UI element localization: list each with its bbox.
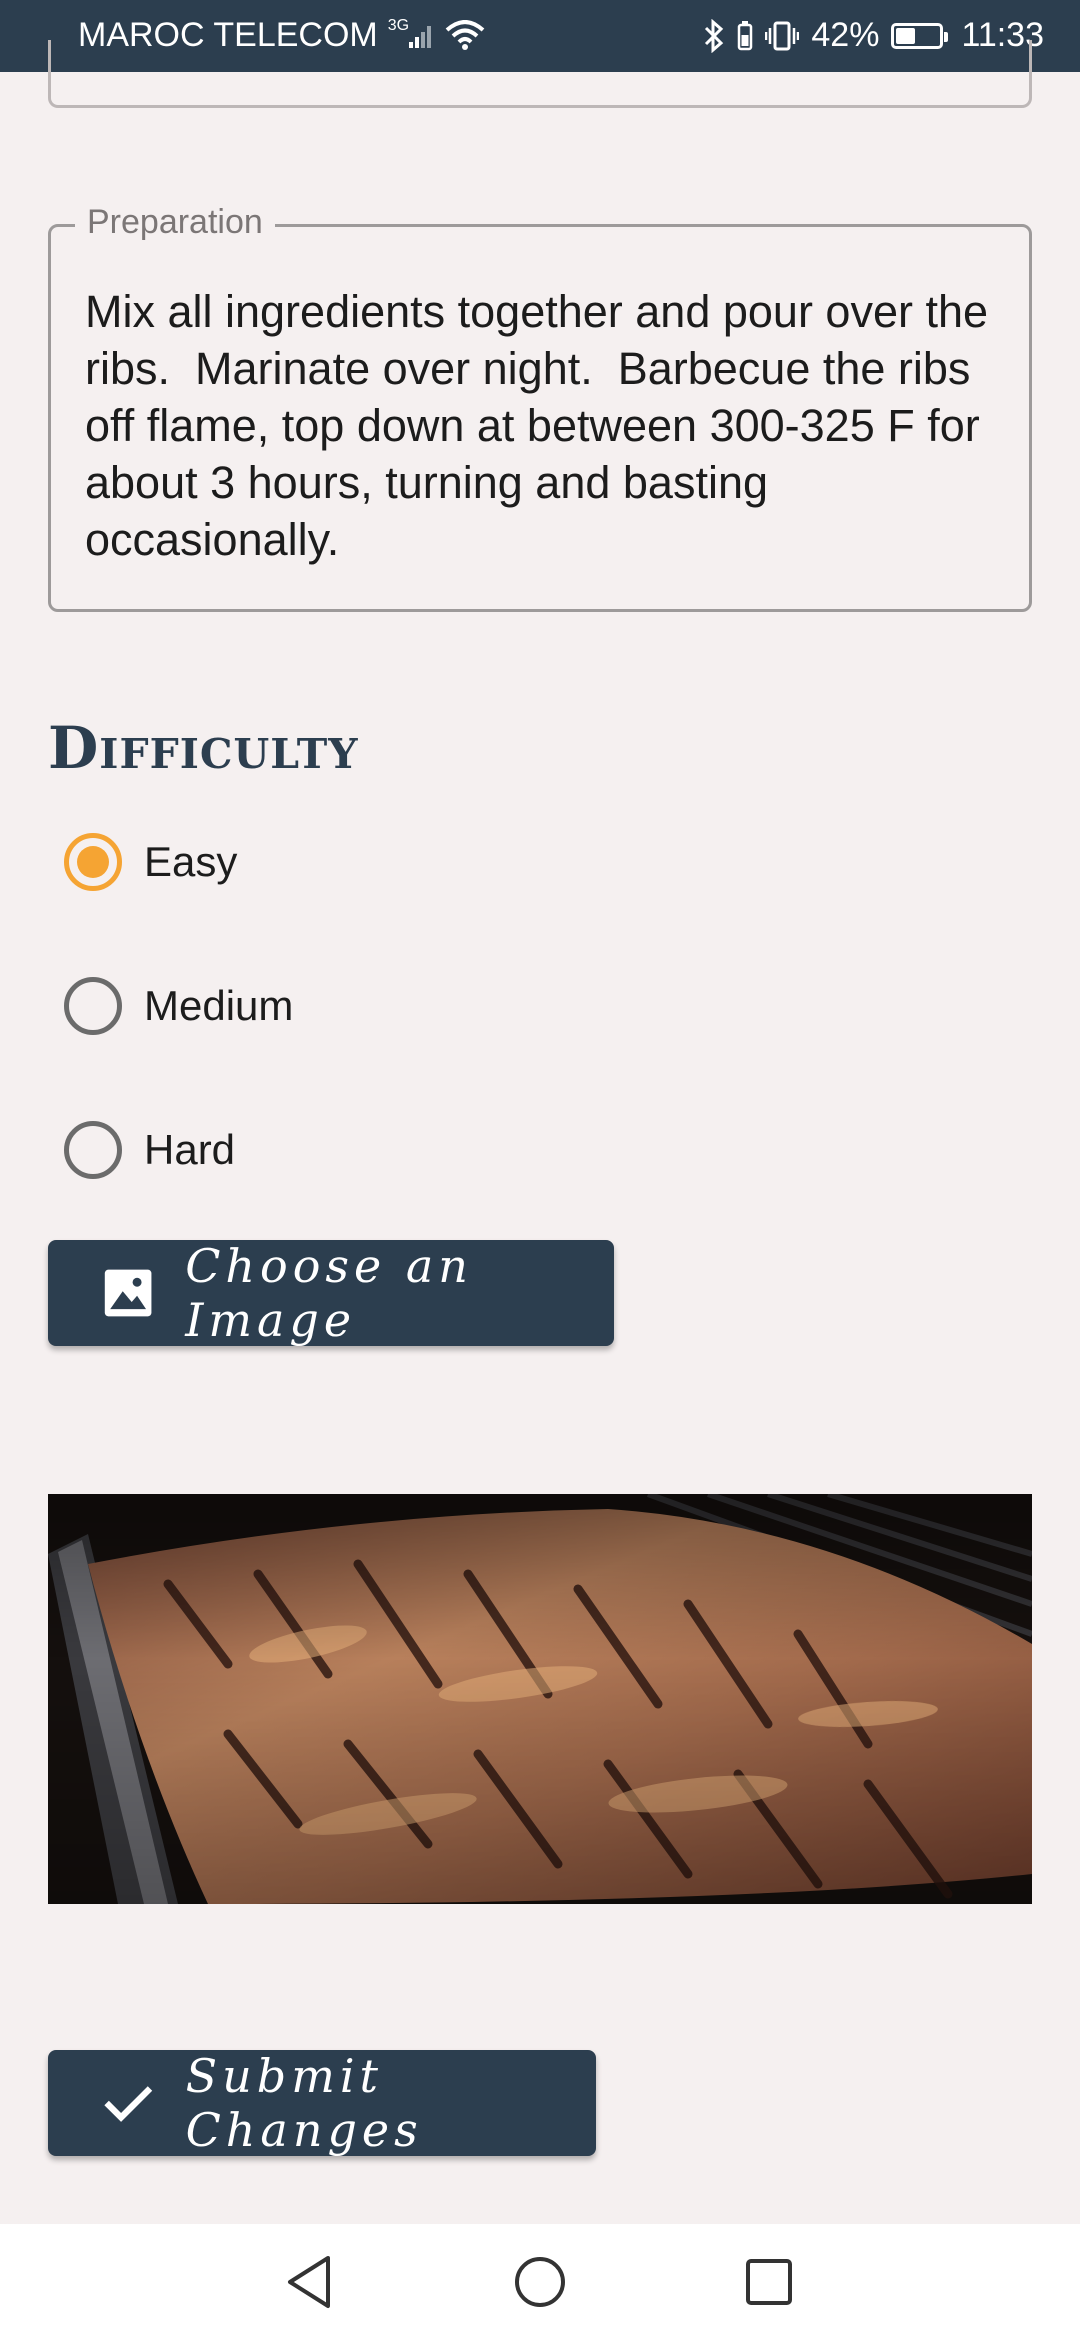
ingredients-field[interactable] xyxy=(48,40,1032,108)
back-icon[interactable] xyxy=(284,2254,334,2310)
radio-label-hard: Hard xyxy=(144,1126,236,1173)
preparation-field[interactable]: Preparation Mix all ingredients together… xyxy=(48,203,1032,612)
preparation-label: Preparation xyxy=(75,203,275,242)
difficulty-heading: Difficulty xyxy=(48,714,359,782)
radio-easy[interactable]: Easy xyxy=(64,833,237,891)
radio-button-hard[interactable] xyxy=(64,1121,122,1179)
radio-label-medium: Medium xyxy=(144,982,294,1029)
navigation-bar xyxy=(0,2224,1080,2340)
ribs-image xyxy=(48,1494,1032,1904)
radio-label-easy: Easy xyxy=(144,838,238,885)
radio-button-medium[interactable] xyxy=(64,977,122,1035)
recipe-photo xyxy=(48,1494,1032,1904)
choose-image-button[interactable]: Choose an Image xyxy=(48,1239,614,1347)
radio-button-easy[interactable] xyxy=(64,833,122,891)
network-type: 3G xyxy=(387,16,410,34)
submit-changes-button[interactable]: Submit Changes xyxy=(48,2049,596,2157)
image-icon xyxy=(104,1269,152,1317)
recents-icon[interactable] xyxy=(744,2257,794,2307)
preparation-text[interactable]: Mix all ingredients together and pour ov… xyxy=(85,283,1005,568)
radio-medium[interactable]: Medium xyxy=(64,977,293,1035)
home-icon[interactable] xyxy=(512,2254,568,2310)
choose-image-label: Choose an Image xyxy=(185,1239,473,1347)
checkmark-icon xyxy=(104,2086,153,2122)
submit-changes-label: Submit Changes xyxy=(185,2049,423,2157)
radio-hard[interactable]: Hard xyxy=(64,1121,235,1179)
